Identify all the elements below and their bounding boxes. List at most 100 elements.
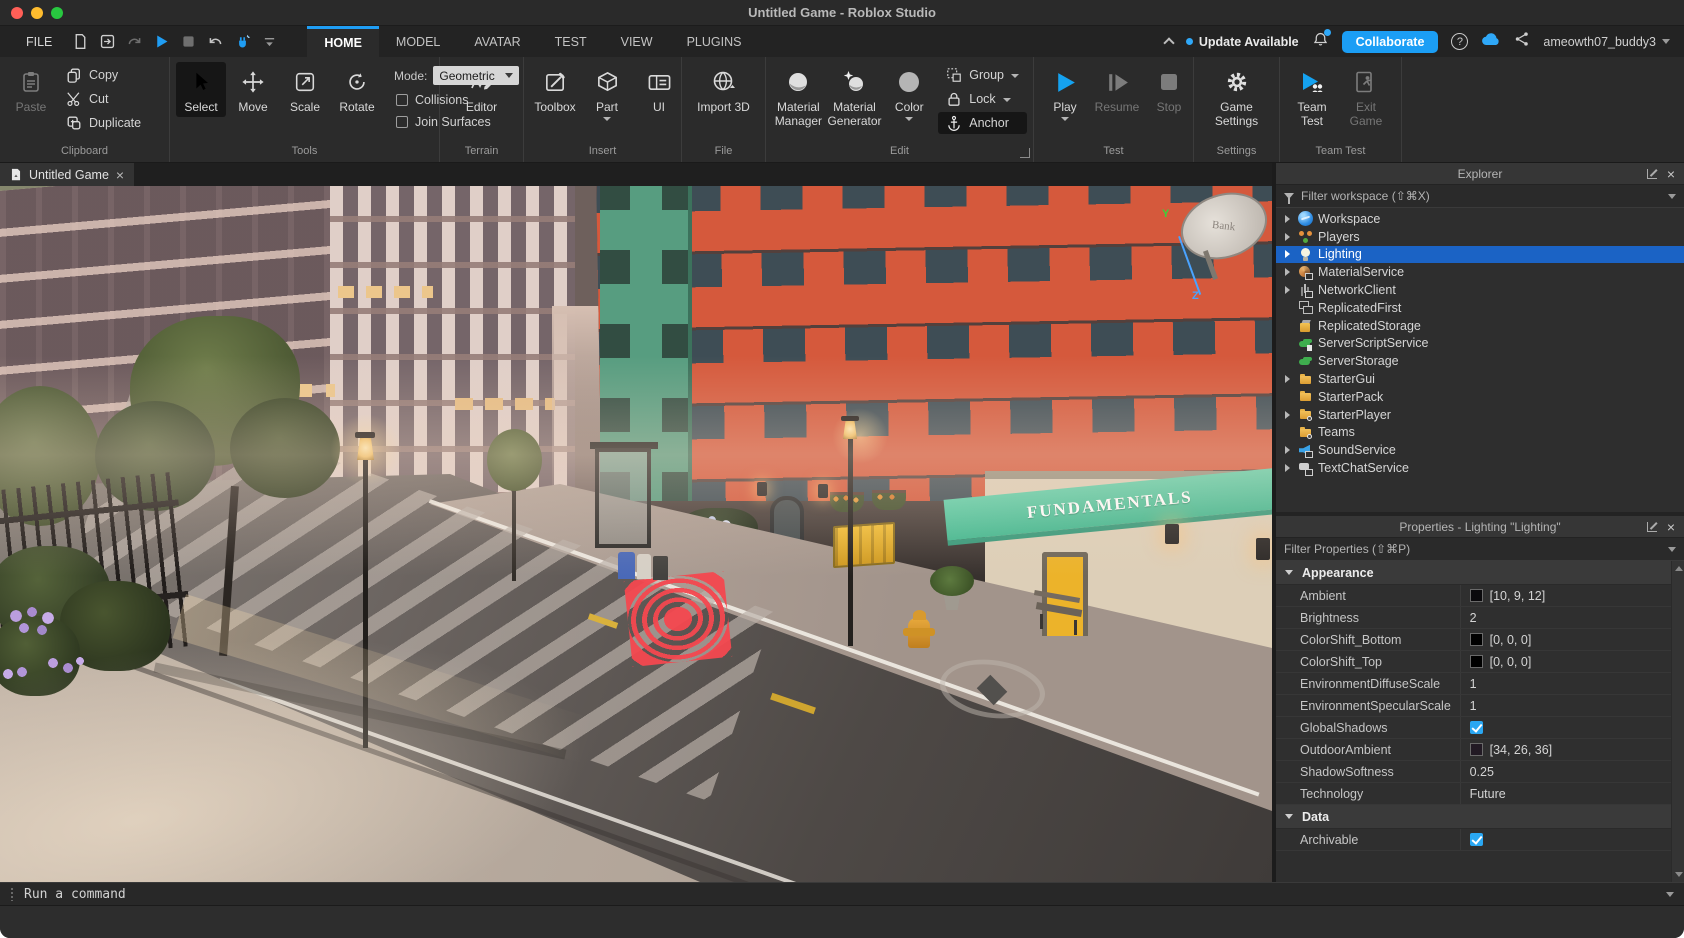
copy-button[interactable]: Copy xyxy=(58,64,149,86)
lock-button[interactable]: Lock xyxy=(938,88,1027,110)
expand-arrow-icon[interactable] xyxy=(1282,411,1293,419)
terrain-editor-button[interactable]: Editor xyxy=(457,62,507,117)
stop-button[interactable]: Stop xyxy=(1144,62,1194,117)
color-swatch[interactable] xyxy=(1470,655,1483,668)
redo-icon[interactable] xyxy=(122,30,146,54)
command-bar[interactable]: Run a command xyxy=(0,882,1684,906)
move-tool-button[interactable]: Move xyxy=(228,62,278,117)
tab-plugins[interactable]: PLUGINS xyxy=(670,26,759,57)
explorer-item-starterpack[interactable]: StarterPack xyxy=(1276,388,1684,406)
group-dropdown-icon[interactable] xyxy=(1011,74,1019,78)
scale-tool-button[interactable]: Scale xyxy=(280,62,330,117)
tab-test[interactable]: TEST xyxy=(538,26,604,57)
close-panel-icon[interactable]: × xyxy=(1667,167,1675,181)
tab-avatar[interactable]: AVATAR xyxy=(457,26,537,57)
properties-scrollbar[interactable] xyxy=(1671,561,1684,882)
section-data[interactable]: Data xyxy=(1276,805,1684,829)
explorer-item-teams[interactable]: Teams xyxy=(1276,424,1684,442)
cloud-sync-icon[interactable] xyxy=(1481,32,1501,52)
paste-button[interactable]: Paste xyxy=(6,62,56,117)
section-appearance[interactable]: Appearance xyxy=(1276,561,1684,585)
color-dropdown-icon[interactable] xyxy=(905,117,913,121)
play-quick-icon[interactable] xyxy=(149,30,173,54)
color-swatch[interactable] xyxy=(1470,589,1483,602)
expand-arrow-icon[interactable] xyxy=(1282,464,1293,472)
play-dropdown-icon[interactable] xyxy=(1061,117,1069,121)
expand-arrow-icon[interactable] xyxy=(1282,250,1293,258)
checkbox-checked[interactable] xyxy=(1470,833,1483,846)
scroll-up-icon[interactable] xyxy=(1675,566,1683,571)
explorer-item-players[interactable]: Players xyxy=(1276,228,1684,246)
expand-arrow-icon[interactable] xyxy=(1282,233,1293,241)
file-menu-button[interactable]: FILE xyxy=(14,26,64,57)
explorer-item-serverstorage[interactable]: ServerStorage xyxy=(1276,352,1684,370)
undo-icon[interactable] xyxy=(203,30,227,54)
document-tab[interactable]: Untitled Game × xyxy=(0,163,134,186)
game-settings-button[interactable]: Game Settings xyxy=(1204,62,1270,131)
command-input[interactable]: Run a command xyxy=(24,887,1656,902)
expand-arrow-icon[interactable] xyxy=(1282,215,1293,223)
part-button[interactable]: Part xyxy=(582,62,632,123)
join-surfaces-checkbox[interactable] xyxy=(396,116,408,128)
open-file-icon[interactable] xyxy=(95,30,119,54)
viewport-3d-scene[interactable]: Bank Y Z FUNDAMENTALS xyxy=(0,186,1272,882)
expand-arrow-icon[interactable] xyxy=(1282,375,1293,383)
expand-arrow-icon[interactable] xyxy=(1282,268,1293,276)
explorer-item-startergui[interactable]: StarterGui xyxy=(1276,370,1684,388)
explorer-item-replicatedfirst[interactable]: ReplicatedFirst xyxy=(1276,299,1684,317)
close-tab-icon[interactable]: × xyxy=(116,167,124,183)
float-panel-icon[interactable] xyxy=(1647,522,1657,532)
explorer-filter-input[interactable]: Filter workspace (⇧⌘X) xyxy=(1276,185,1684,208)
checkbox-checked[interactable] xyxy=(1470,721,1483,734)
expand-arrow-icon[interactable] xyxy=(1282,446,1293,454)
team-test-button[interactable]: Team Test xyxy=(1286,62,1338,131)
part-dropdown-icon[interactable] xyxy=(603,117,611,121)
tab-home[interactable]: HOME xyxy=(307,26,379,57)
help-icon[interactable]: ? xyxy=(1451,33,1468,50)
color-button[interactable]: Color xyxy=(884,62,934,123)
properties-filter-input[interactable]: Filter Properties (⇧⌘P) xyxy=(1276,538,1684,561)
rotate-tool-button[interactable]: Rotate xyxy=(332,62,382,117)
expand-arrow-icon[interactable] xyxy=(1282,286,1293,294)
tab-view[interactable]: VIEW xyxy=(604,26,670,57)
customize-quick-access-icon[interactable] xyxy=(257,30,281,54)
exit-game-button[interactable]: Exit Game xyxy=(1340,62,1392,131)
share-icon[interactable] xyxy=(1514,31,1530,52)
explorer-item-networkclient[interactable]: NetworkClient xyxy=(1276,281,1684,299)
material-manager-button[interactable]: Material Manager xyxy=(772,62,825,131)
explorer-item-lighting[interactable]: Lighting xyxy=(1276,246,1684,264)
color-swatch[interactable] xyxy=(1470,743,1483,756)
toolbox-button[interactable]: Toolbox xyxy=(530,62,580,117)
notifications-bell-icon[interactable] xyxy=(1312,31,1329,53)
anchor-button[interactable]: Anchor xyxy=(938,112,1027,134)
chevron-down-icon[interactable] xyxy=(1666,892,1674,897)
scroll-down-icon[interactable] xyxy=(1675,872,1683,877)
ui-button[interactable]: UI xyxy=(634,62,684,117)
play-button[interactable]: Play xyxy=(1040,62,1090,123)
explorer-item-serverscriptservice[interactable]: ServerScriptService xyxy=(1276,335,1684,353)
new-file-icon[interactable] xyxy=(68,30,92,54)
collisions-checkbox[interactable] xyxy=(396,94,408,106)
color-swatch[interactable] xyxy=(1470,633,1483,646)
float-panel-icon[interactable] xyxy=(1647,169,1657,179)
explorer-item-workspace[interactable]: Workspace xyxy=(1276,210,1684,228)
edit-dialog-launcher-icon[interactable] xyxy=(1020,148,1030,158)
explorer-item-soundservice[interactable]: SoundService xyxy=(1276,441,1684,459)
lock-dropdown-icon[interactable] xyxy=(1003,98,1011,102)
material-generator-button[interactable]: Material Generator xyxy=(827,62,883,131)
collapse-ribbon-icon[interactable] xyxy=(1163,37,1174,48)
explorer-item-materialservice[interactable]: MaterialService xyxy=(1276,263,1684,281)
close-panel-icon[interactable]: × xyxy=(1667,520,1675,534)
explorer-item-textchatservice[interactable]: TextChatService xyxy=(1276,459,1684,477)
collaborate-button[interactable]: Collaborate xyxy=(1342,31,1439,53)
tab-model[interactable]: MODEL xyxy=(379,26,457,57)
cut-button[interactable]: Cut xyxy=(58,88,149,110)
import-3d-button[interactable]: Import 3D xyxy=(691,62,756,117)
explorer-item-starterplayer[interactable]: StarterPlayer xyxy=(1276,406,1684,424)
drag-handle-icon[interactable] xyxy=(10,887,14,901)
explorer-item-replicatedstorage[interactable]: ReplicatedStorage xyxy=(1276,317,1684,335)
account-menu[interactable]: ameowth07_buddy3 xyxy=(1543,35,1670,49)
plugin-icon[interactable] xyxy=(230,30,254,54)
update-available[interactable]: Update Available xyxy=(1186,35,1299,49)
duplicate-button[interactable]: Duplicate xyxy=(58,112,149,134)
